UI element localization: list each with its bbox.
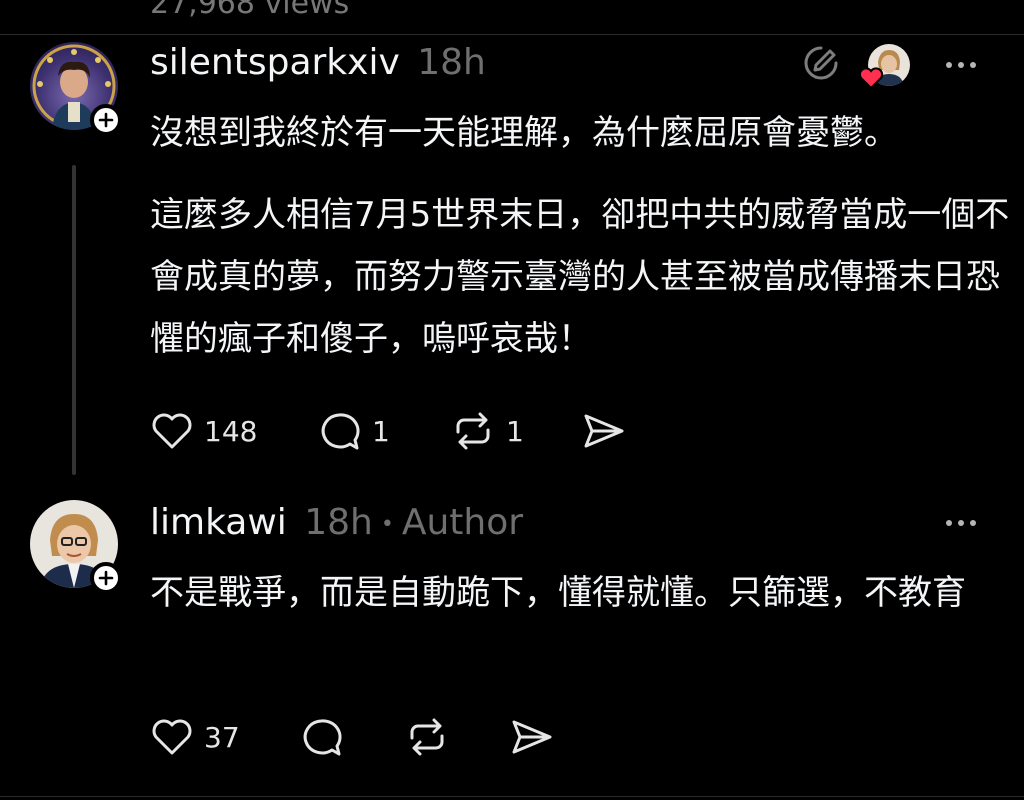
- author-badge: Author: [401, 502, 524, 543]
- divider: [0, 34, 1024, 35]
- heart-icon: [152, 413, 192, 449]
- follow-button[interactable]: [90, 562, 122, 594]
- repost-button[interactable]: [404, 716, 450, 758]
- repost-icon: [410, 718, 444, 756]
- like-button[interactable]: 148: [150, 410, 257, 452]
- divider: [0, 796, 1024, 797]
- views-count: 27,968 views: [150, 0, 350, 21]
- post-body: 不是戰爭，而是自動跪下，懂得就懂。只篩選，不教育: [150, 562, 1010, 624]
- thread-line: [72, 165, 76, 475]
- share-button[interactable]: [582, 410, 626, 452]
- repost-button[interactable]: 1: [450, 410, 524, 452]
- reply-button[interactable]: [298, 716, 344, 758]
- heart-icon: [858, 66, 884, 94]
- more-icon[interactable]: [946, 62, 976, 68]
- like-count: 148: [204, 414, 258, 448]
- username[interactable]: silentsparkxiv: [150, 42, 400, 83]
- separator-dot: •: [380, 511, 394, 537]
- username[interactable]: limkawi: [150, 502, 287, 543]
- share-icon: [512, 720, 552, 754]
- plus-icon: [98, 570, 114, 586]
- reply-count: 1: [372, 414, 390, 448]
- post-paragraph: 這麼多人相信7月5世界末日，卻把中共的威脅當成一個不會成真的夢，而努力警示臺灣的…: [150, 195, 1010, 359]
- repost-icon: [456, 412, 490, 450]
- share-icon: [584, 414, 624, 448]
- post-paragraph: 沒想到我終於有一天能理解，為什麼屈原會憂鬱。: [150, 113, 898, 153]
- edit-icon[interactable]: [802, 44, 840, 86]
- follow-button[interactable]: [90, 104, 122, 136]
- like-count: 37: [204, 720, 240, 754]
- heart-icon: [152, 719, 192, 755]
- reply-icon: [303, 719, 342, 756]
- share-button[interactable]: [510, 716, 554, 758]
- timestamp: 18h: [417, 42, 486, 83]
- post-header: limkawi 18h • Author: [150, 502, 523, 543]
- post-paragraph: 不是戰爭，而是自動跪下，懂得就懂。只篩選，不教育: [150, 573, 966, 613]
- like-button[interactable]: 37: [150, 716, 240, 758]
- post-body: 沒想到我終於有一天能理解，為什麼屈原會憂鬱。 這麼多人相信7月5世界末日，卻把中…: [150, 102, 1010, 370]
- reply-button[interactable]: 1: [316, 410, 390, 452]
- reply-icon: [321, 413, 360, 450]
- more-icon[interactable]: [946, 520, 976, 526]
- plus-icon: [98, 112, 114, 128]
- timestamp: 18h: [304, 502, 373, 543]
- post-header: silentsparkxiv 18h: [150, 42, 486, 83]
- repost-count: 1: [506, 414, 524, 448]
